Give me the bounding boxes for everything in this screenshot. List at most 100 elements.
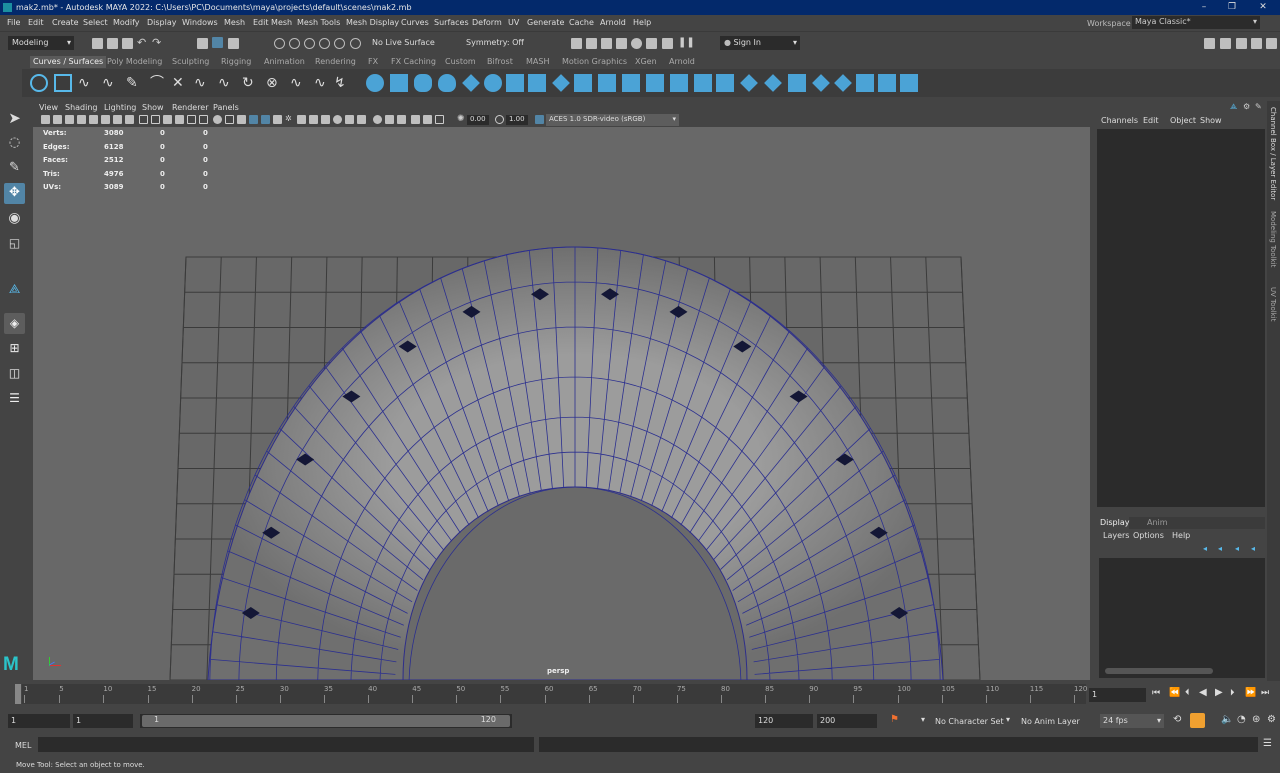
nurbs-torus-icon[interactable] bbox=[484, 74, 502, 92]
screen-space-ao-icon[interactable] bbox=[225, 115, 234, 124]
shelf-tab-fx[interactable]: FX bbox=[368, 57, 378, 66]
command-input[interactable] bbox=[38, 737, 534, 752]
go-to-start-icon[interactable]: ⏮ bbox=[1152, 688, 1160, 698]
shelf-tab-xgen[interactable]: XGen bbox=[635, 57, 657, 66]
snap-point-icon[interactable] bbox=[304, 38, 315, 49]
bezier-curve-icon[interactable]: ∿ bbox=[194, 74, 212, 92]
tab-display[interactable]: Display bbox=[1097, 517, 1130, 529]
pencil-curve-icon[interactable]: ✎ bbox=[126, 74, 144, 92]
attach-surface-icon[interactable] bbox=[812, 74, 830, 92]
xray-joints-icon[interactable] bbox=[261, 115, 270, 124]
single-perspective-layout-icon[interactable]: ◈ bbox=[4, 313, 25, 334]
vp-menu-lighting[interactable]: Lighting bbox=[104, 103, 136, 112]
new-scene-icon[interactable] bbox=[92, 38, 103, 49]
save-scene-icon[interactable] bbox=[122, 38, 133, 49]
textured-icon[interactable] bbox=[187, 115, 196, 124]
vp-menu-view[interactable]: View bbox=[39, 103, 58, 112]
color-management-icon[interactable] bbox=[535, 115, 544, 124]
last-tool-icon[interactable]: ⟁ bbox=[4, 280, 25, 301]
outliner-layout-icon[interactable]: ☰ bbox=[4, 388, 25, 409]
play-backwards-icon[interactable]: ◀ bbox=[1199, 687, 1207, 698]
isolate-select-icon[interactable] bbox=[273, 115, 282, 124]
camera-attributes-icon[interactable] bbox=[53, 115, 62, 124]
scale-tool-icon[interactable]: ◱ bbox=[4, 233, 25, 254]
lasso-tool-icon[interactable]: ◌ bbox=[4, 133, 25, 154]
smooth-shade-icon[interactable] bbox=[163, 115, 172, 124]
surface-boolean-icon[interactable] bbox=[788, 74, 806, 92]
wireframe-on-shaded-icon[interactable] bbox=[175, 115, 184, 124]
layer-list-scrollbar[interactable] bbox=[1105, 668, 1213, 674]
layer-move-down-icon[interactable]: ◂ bbox=[1218, 544, 1222, 553]
shelf-tab-fx-caching[interactable]: FX Caching bbox=[391, 57, 436, 66]
planar-icon[interactable] bbox=[552, 74, 570, 92]
gate-mask-icon[interactable] bbox=[423, 115, 432, 124]
ambient-occlusion-icon[interactable]: ✲ bbox=[285, 115, 294, 124]
sculpt-geometry-icon[interactable] bbox=[856, 74, 874, 92]
menu-surfaces[interactable]: Surfaces bbox=[434, 18, 469, 27]
redo-icon[interactable]: ↷ bbox=[152, 37, 163, 49]
gamma-icon[interactable] bbox=[495, 115, 504, 124]
layer-move-up-icon[interactable]: ◂ bbox=[1203, 544, 1207, 553]
camera-icon[interactable] bbox=[321, 115, 330, 124]
xray-icon[interactable] bbox=[249, 115, 258, 124]
resolution-gate-icon[interactable] bbox=[411, 115, 420, 124]
pin-icon[interactable]: ✎ bbox=[1255, 102, 1262, 111]
bevel-plus-icon[interactable] bbox=[622, 74, 640, 92]
restore-icon[interactable]: ❐ bbox=[1218, 0, 1246, 15]
trim-tool-icon[interactable] bbox=[740, 74, 758, 92]
high-quality-icon[interactable] bbox=[333, 115, 342, 124]
shelf-tab-poly-modeling[interactable]: Poly Modeling bbox=[107, 57, 162, 66]
channel-box-icon[interactable]: ⟁ bbox=[1230, 102, 1237, 112]
loft-icon[interactable] bbox=[528, 74, 546, 92]
step-back-key-icon[interactable]: ⏪ bbox=[1169, 688, 1180, 698]
two-view-layout-icon[interactable]: ◫ bbox=[4, 363, 25, 384]
shelf-tab-rigging[interactable]: Rigging bbox=[221, 57, 251, 66]
current-frame-field[interactable]: 1 bbox=[1089, 688, 1146, 702]
rebuild-surface-icon[interactable] bbox=[878, 74, 896, 92]
depth-of-field-icon[interactable] bbox=[309, 115, 318, 124]
scene-start-field[interactable]: 1 bbox=[8, 714, 70, 728]
script-editor-icon[interactable]: ☰ bbox=[1263, 738, 1272, 749]
shelf-tab-bifrost[interactable]: Bifrost bbox=[487, 57, 513, 66]
scene-end-field[interactable]: 200 bbox=[817, 714, 877, 728]
text-curve-icon[interactable]: ↯ bbox=[334, 74, 352, 92]
field-chart-icon[interactable] bbox=[435, 115, 444, 124]
channel-box-menu-object[interactable]: Object bbox=[1170, 116, 1196, 125]
exposure-icon[interactable]: ✺ bbox=[457, 115, 466, 124]
step-forward-frame-icon[interactable]: ⏵ bbox=[1230, 688, 1235, 698]
playback-end-field[interactable]: 120 bbox=[755, 714, 813, 728]
select-tool-icon[interactable]: ➤ bbox=[4, 108, 25, 129]
live-surface-field[interactable]: No Live Surface bbox=[368, 36, 444, 50]
channel-box-menu-show[interactable]: Show bbox=[1200, 116, 1222, 125]
side-tab-modeling-toolkit[interactable]: Modeling Toolkit bbox=[1269, 211, 1277, 267]
material-icon[interactable] bbox=[345, 115, 354, 124]
shelf-tab-curves-surfaces[interactable]: Curves / Surfaces bbox=[30, 56, 107, 68]
side-tab-channel-box[interactable]: Channel Box / Layer Editor bbox=[1269, 107, 1277, 200]
menu-generate[interactable]: Generate bbox=[527, 18, 564, 27]
hypershade-icon[interactable] bbox=[631, 38, 642, 49]
sign-in-dropdown[interactable]: ● Sign In ▾ bbox=[720, 36, 800, 50]
close-icon[interactable]: ✕ bbox=[1249, 0, 1277, 15]
perspective-viewport[interactable]: Verts: 3080 0 0 Edges: 6128 0 0 Faces: 2512 0 0 T… bbox=[33, 127, 1090, 680]
shelf-tab-rendering[interactable]: Rendering bbox=[315, 57, 356, 66]
tool-settings-icon[interactable] bbox=[1236, 38, 1247, 49]
auto-key-icon[interactable]: ⚑ bbox=[890, 714, 899, 725]
menu-mesh[interactable]: Mesh bbox=[224, 18, 245, 27]
select-object-icon[interactable] bbox=[212, 37, 223, 48]
grid-toggle-icon[interactable] bbox=[113, 115, 122, 124]
nurbs-square-icon[interactable] bbox=[54, 74, 72, 92]
attach-curve-icon[interactable]: ∿ bbox=[218, 74, 236, 92]
layer-menu-help[interactable]: Help bbox=[1172, 531, 1190, 540]
extrude-icon[interactable] bbox=[574, 74, 592, 92]
grease-icon[interactable]: ◔ bbox=[1237, 714, 1246, 725]
undo-icon[interactable]: ↶ bbox=[137, 37, 148, 49]
snap-live-icon[interactable] bbox=[334, 38, 345, 49]
nurbs-cube-icon[interactable] bbox=[390, 74, 408, 92]
render-frame-icon[interactable] bbox=[586, 38, 597, 49]
open-scene-icon[interactable] bbox=[107, 38, 118, 49]
curve-edit-icon[interactable]: ⊗ bbox=[266, 74, 284, 92]
bookmark-icon[interactable] bbox=[65, 115, 74, 124]
menu-arnold[interactable]: Arnold bbox=[600, 18, 626, 27]
tab-anim[interactable]: Anim bbox=[1147, 518, 1168, 527]
anti-aliasing-icon[interactable] bbox=[297, 115, 306, 124]
